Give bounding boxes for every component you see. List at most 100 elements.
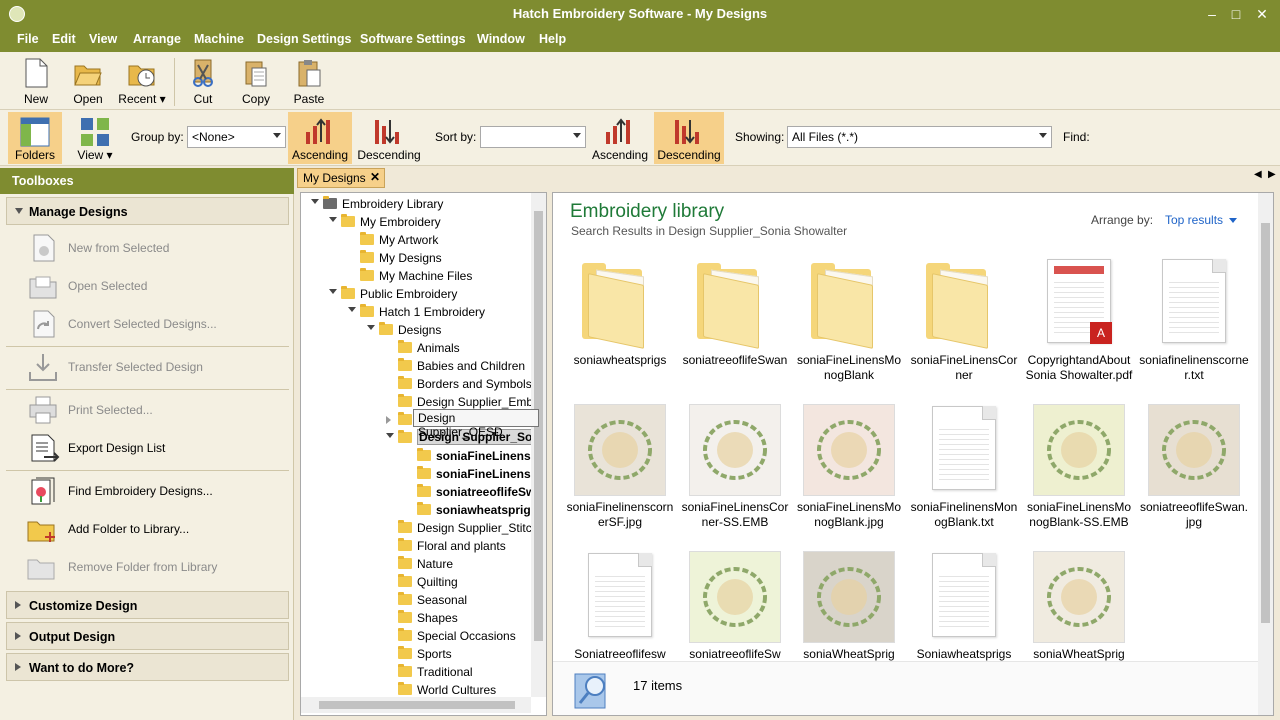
sort-descending-button[interactable]: Descending [654, 112, 724, 164]
find-embroidery-designs-tool[interactable]: Find Embroidery Designs... [26, 474, 286, 508]
folder-icon [398, 592, 412, 605]
arrange-by-dropdown[interactable]: Top results [1165, 213, 1223, 227]
library-item[interactable]: soniaFineLinensCorner-SS.EMB [680, 404, 790, 530]
library-item-name: soniatreeoflifeSw [689, 647, 781, 661]
recent-button[interactable]: Recent ▾ [116, 54, 168, 108]
folder-icon [360, 304, 374, 317]
library-item[interactable]: soniaFinelinensMonogBlank.txt [909, 404, 1019, 530]
tree-node-label: Embroidery Library [342, 197, 444, 211]
tab-my-designs[interactable]: My Designs ✕ [297, 168, 385, 188]
library-item-name: soniaFineLinensCorner-SS.EMB [681, 500, 789, 529]
expand-arrow-icon[interactable] [386, 416, 391, 424]
manage-designs-section[interactable]: Manage Designs [6, 197, 289, 225]
remove-folder-from-library-tool[interactable]: Remove Folder from Library [26, 550, 286, 584]
tree-node-label: soniawheatsprigs [436, 503, 538, 517]
folder-icon [417, 502, 431, 515]
library-item[interactable]: soniatreeoflifeSwan.jpg [1139, 404, 1249, 530]
menu-file[interactable]: File [17, 32, 39, 46]
tree-node-label: World Cultures [417, 683, 497, 697]
maximize-button[interactable]: □ [1224, 4, 1248, 24]
library-item[interactable]: soniaWheatSprig [1024, 551, 1134, 662]
tab-scroll-right-icon[interactable]: ▶ [1268, 169, 1276, 180]
collapse-arrow-icon[interactable] [367, 325, 375, 330]
collapse-arrow-icon[interactable] [329, 217, 337, 222]
library-title: Embroidery library [570, 201, 725, 222]
new-button[interactable]: New [10, 54, 62, 108]
tree-vertical-scrollbar[interactable] [531, 193, 546, 697]
library-item[interactable]: Soniatreeoflifesw [565, 551, 675, 662]
library-item[interactable]: A CopyrightandAbout Sonia Showalter.pdf [1024, 257, 1134, 383]
convert-selected-tool[interactable]: Convert Selected Designs... [26, 307, 286, 341]
library-vertical-scrollbar[interactable] [1258, 193, 1273, 715]
print-selected-label: Print Selected... [68, 403, 153, 417]
menu-machine[interactable]: Machine [194, 32, 244, 46]
tree-node-label: Hatch 1 Embroidery [379, 305, 486, 319]
collapse-arrow-icon[interactable] [348, 307, 356, 312]
library-item[interactable]: soniaFinelinenscornerSF.jpg [565, 404, 675, 530]
copy-button[interactable]: Copy [230, 54, 282, 108]
open-button[interactable]: Open [62, 54, 114, 108]
folders-button[interactable]: Folders [8, 112, 62, 164]
tab-close-icon[interactable]: ✕ [370, 170, 380, 184]
library-item[interactable]: soniawheatsprigs [565, 257, 675, 368]
customize-design-section[interactable]: Customize Design [6, 591, 289, 619]
library-item[interactable]: soniatreeoflifeSw [680, 551, 790, 662]
menu-arrange[interactable]: Arrange [133, 32, 181, 46]
want-more-section[interactable]: Want to do More? [6, 653, 289, 681]
library-item[interactable]: Soniawheatsprigs [909, 551, 1019, 662]
new-from-selected-tool[interactable]: New from Selected [26, 231, 286, 265]
showing-select[interactable]: All Files (*.*) [787, 126, 1052, 148]
tree-node-label: Designs [398, 323, 442, 337]
menu-window[interactable]: Window [477, 32, 525, 46]
view-button[interactable]: View ▾ [66, 112, 124, 164]
library-item[interactable]: soniaWheatSprig [794, 551, 904, 662]
library-item[interactable]: soniafinelinenscorner.txt [1139, 257, 1249, 383]
group-ascending-button[interactable]: Ascending [288, 112, 352, 164]
add-folder-to-library-tool[interactable]: Add Folder to Library... [26, 512, 286, 546]
tab-scroll-left-icon[interactable]: ◀ [1254, 169, 1262, 180]
print-selected-tool[interactable]: Print Selected... [26, 393, 286, 427]
open-selected-label: Open Selected [68, 279, 148, 293]
menu-edit[interactable]: Edit [52, 32, 76, 46]
tree-node-label: My Machine Files [379, 269, 473, 283]
collapse-arrow-icon[interactable] [386, 433, 394, 438]
menu-design-settings[interactable]: Design Settings [257, 32, 351, 46]
export-design-list-tool[interactable]: Export Design List [26, 431, 286, 465]
library-view: Embroidery library Search Results in Des… [552, 192, 1274, 716]
open-selected-tool[interactable]: Open Selected [26, 269, 286, 303]
transfer-selected-tool[interactable]: Transfer Selected Design [26, 350, 286, 384]
output-design-section[interactable]: Output Design [6, 622, 289, 650]
design-preview-thumbnail [803, 404, 895, 496]
library-item[interactable]: soniatreeoflifeSwan [680, 257, 790, 368]
scrollbar-thumb[interactable] [1261, 223, 1270, 623]
library-item[interactable]: soniaFineLinensCorner [909, 257, 1019, 383]
folder-icon [398, 538, 412, 551]
collapse-arrow-icon[interactable] [329, 289, 337, 294]
cut-button[interactable]: Cut [177, 54, 229, 108]
tree-horizontal-scrollbar[interactable] [301, 697, 531, 713]
menu-view[interactable]: View [89, 32, 117, 46]
paste-button[interactable]: Paste [283, 54, 335, 108]
collapse-arrow-icon[interactable] [311, 199, 319, 204]
new-from-selected-label: New from Selected [68, 241, 170, 255]
menu-software-settings[interactable]: Software Settings [360, 32, 466, 46]
item-count: 17 items [633, 678, 683, 693]
library-item-name: Soniatreeoflifesw [574, 647, 666, 661]
library-item[interactable]: soniaFineLinensMonogBlank [794, 257, 904, 383]
menu-help[interactable]: Help [539, 32, 566, 46]
sort-by-select[interactable] [480, 126, 586, 148]
view-grid-icon [81, 118, 109, 146]
minimize-button[interactable]: – [1200, 4, 1224, 24]
group-by-select[interactable]: <None> [187, 126, 286, 148]
group-descending-button[interactable]: Descending [354, 112, 424, 164]
close-button[interactable]: ✕ [1250, 4, 1274, 24]
menu-bar: File Edit View Arrange Machine Design Se… [0, 28, 1280, 52]
open-label: Open [73, 92, 103, 106]
transfer-selected-label: Transfer Selected Design [68, 360, 203, 374]
library-item-name: soniaWheatSprig [803, 647, 895, 661]
showing-value: All Files (*.*) [792, 130, 859, 144]
library-item[interactable]: soniaFineLinensMonogBlank-SS.EMB [1024, 404, 1134, 530]
sort-ascending-button[interactable]: Ascending [588, 112, 652, 164]
library-item[interactable]: soniaFineLinensMonogBlank.jpg [794, 404, 904, 530]
scrollbar-thumb[interactable] [319, 701, 515, 709]
